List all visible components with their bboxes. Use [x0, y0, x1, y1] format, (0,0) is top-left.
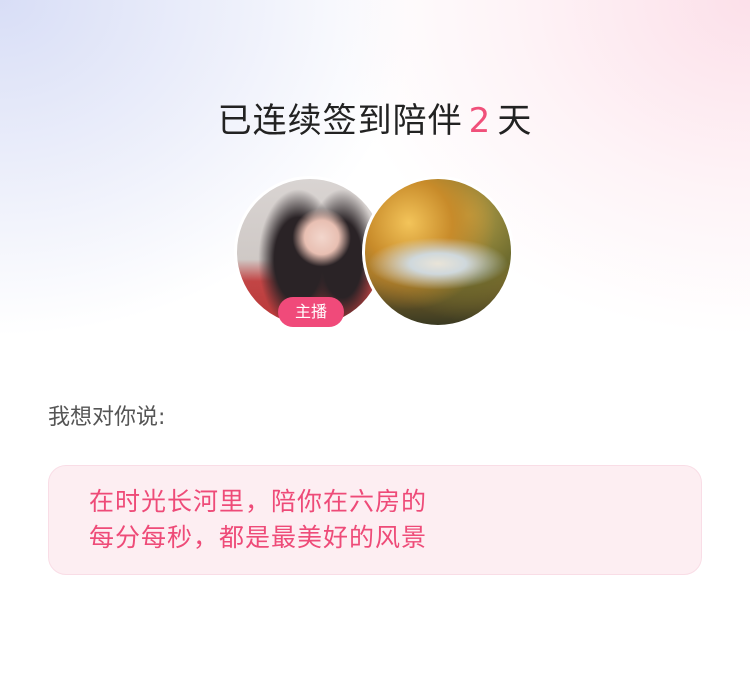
message-line: 每分每秒，都是最美好的风景	[89, 523, 428, 552]
message-label: 我想对你说:	[48, 405, 166, 430]
checkin-title: 已连续签到陪伴 2 天	[0, 98, 750, 144]
message-box: 在时光长河里，陪你在六房的 每分每秒，都是最美好的风景	[48, 465, 702, 575]
anchor-badge: 主播	[278, 297, 344, 327]
message-line: 在时光长河里，陪你在六房的	[89, 487, 428, 516]
title-suffix: 天	[497, 101, 533, 141]
user-avatar[interactable]	[362, 176, 514, 328]
checkin-days-count: 2	[468, 101, 492, 141]
title-prefix: 已连续签到陪伴	[217, 101, 463, 141]
